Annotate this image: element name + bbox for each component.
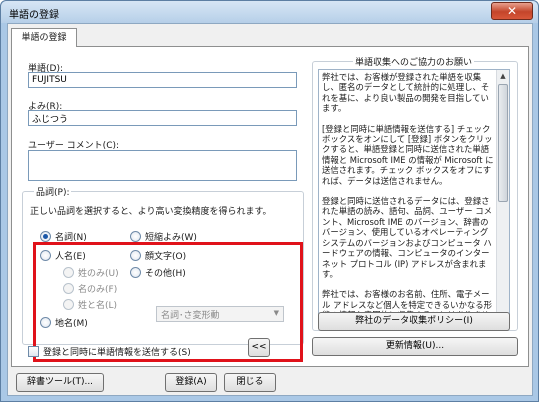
info-text-content: 弊社では、お客様が登録された単語を収集し、匿名のデータとして統計的に処理し、それ… bbox=[322, 72, 494, 326]
info-legend: 単語収集へのご協力のお願い bbox=[353, 55, 475, 68]
other-part-of-speech-select: 名詞･さ変形動 ▼ bbox=[156, 306, 284, 322]
radio-emoticon-label: 顔文字(O) bbox=[145, 252, 187, 262]
info-paragraph: 弊社では、お客様が登録された単語を収集し、匿名のデータとして統計的に処理し、それ… bbox=[322, 72, 490, 114]
radio-place-name-label: 地名(M) bbox=[55, 319, 88, 329]
radio-emoticon[interactable]: 顔文字(O) bbox=[130, 249, 186, 262]
data-collection-policy-button[interactable]: 弊社のデータ収集ポリシー(I) bbox=[318, 312, 510, 331]
dialog-client-area: 単語の登録 単語(D): よみ(R): ユーザー コメント(C): 品詞(P):… bbox=[7, 23, 533, 396]
radio-place-name[interactable]: 地名(M) bbox=[40, 316, 88, 329]
dictionary-tool-button[interactable]: 辞書ツール(T)... bbox=[16, 373, 104, 392]
radio-person-name[interactable]: 人名(E) bbox=[40, 249, 86, 262]
radio-given-only: 名のみ(F) bbox=[63, 282, 117, 295]
close-button[interactable]: 閉じる bbox=[224, 373, 276, 392]
radio-surname-and-given: 姓と名(L) bbox=[63, 298, 117, 311]
other-part-of-speech-value: 名詞･さ変形動 bbox=[161, 311, 220, 321]
radio-noun[interactable]: 名詞(N) bbox=[40, 230, 87, 243]
radio-button[interactable] bbox=[130, 250, 141, 261]
title-bar[interactable]: 単語の登録 ✕ bbox=[1, 1, 538, 23]
chevron-down-icon: ▼ bbox=[273, 309, 279, 317]
comment-input[interactable] bbox=[28, 150, 297, 181]
info-text-box[interactable]: 弊社では、お客様が登録された単語を収集し、匿名のデータとして統計的に処理し、それ… bbox=[318, 69, 510, 327]
radio-noun-label: 名詞(N) bbox=[55, 233, 87, 243]
update-info-button[interactable]: 更新情報(U)... bbox=[312, 337, 518, 356]
radio-other[interactable]: その他(H) bbox=[130, 266, 186, 279]
dialog-window: 単語の登録 ✕ 単語の登録 単語(D): よみ(R): ユーザー コメント(C)… bbox=[0, 0, 539, 402]
close-window-button[interactable]: ✕ bbox=[491, 2, 533, 20]
collapse-info-button[interactable]: << bbox=[248, 338, 270, 357]
info-paragraph: 登録と同時に送信されるデータには、登録された単語の読み、語句、品詞、ユーザー コ… bbox=[322, 196, 492, 279]
radio-surname-only-label: 姓のみ(U) bbox=[78, 269, 119, 279]
radio-button[interactable] bbox=[40, 231, 51, 242]
radio-surname-and-given-label: 姓と名(L) bbox=[78, 301, 118, 311]
radio-button[interactable] bbox=[40, 250, 51, 261]
radio-button bbox=[63, 283, 74, 294]
word-input[interactable] bbox=[28, 72, 297, 88]
radio-button bbox=[63, 267, 74, 278]
part-of-speech-legend: 品詞(P): bbox=[34, 185, 72, 198]
part-of-speech-hint: 正しい品詞を選択すると、より高い変換精度を得られます。 bbox=[30, 207, 272, 217]
reading-input[interactable] bbox=[28, 110, 297, 126]
send-word-info-label: 登録と同時に単語情報を送信する(S) bbox=[43, 348, 191, 358]
radio-button bbox=[63, 299, 74, 310]
radio-button[interactable] bbox=[130, 231, 141, 242]
radio-surname-only: 姓のみ(U) bbox=[63, 266, 119, 279]
radio-given-only-label: 名のみ(F) bbox=[78, 285, 118, 295]
radio-button[interactable] bbox=[130, 267, 141, 278]
radio-button[interactable] bbox=[40, 317, 51, 328]
radio-other-label: その他(H) bbox=[145, 269, 186, 279]
send-word-info-checkbox[interactable]: 登録と同時に単語情報を送信する(S) bbox=[28, 345, 191, 358]
scroll-up-arrow-icon[interactable]: ▲ bbox=[497, 70, 509, 82]
register-button[interactable]: 登録(A) bbox=[165, 373, 217, 392]
checkbox-box[interactable] bbox=[28, 346, 39, 357]
tab-word-registration[interactable]: 単語の登録 bbox=[11, 28, 77, 47]
scroll-thumb[interactable] bbox=[498, 84, 508, 202]
info-paragraph: [登録と同時に単語情報を送信する] チェック ボックスをオンにして [登録] ボ… bbox=[322, 123, 494, 186]
radio-person-name-label: 人名(E) bbox=[55, 252, 86, 262]
info-scrollbar[interactable]: ▲ ▼ bbox=[496, 70, 509, 326]
window-title: 単語の登録 bbox=[9, 10, 59, 21]
radio-short-reading[interactable]: 短縮よみ(W) bbox=[130, 230, 197, 243]
close-icon: ✕ bbox=[506, 4, 518, 18]
radio-short-reading-label: 短縮よみ(W) bbox=[145, 233, 197, 243]
